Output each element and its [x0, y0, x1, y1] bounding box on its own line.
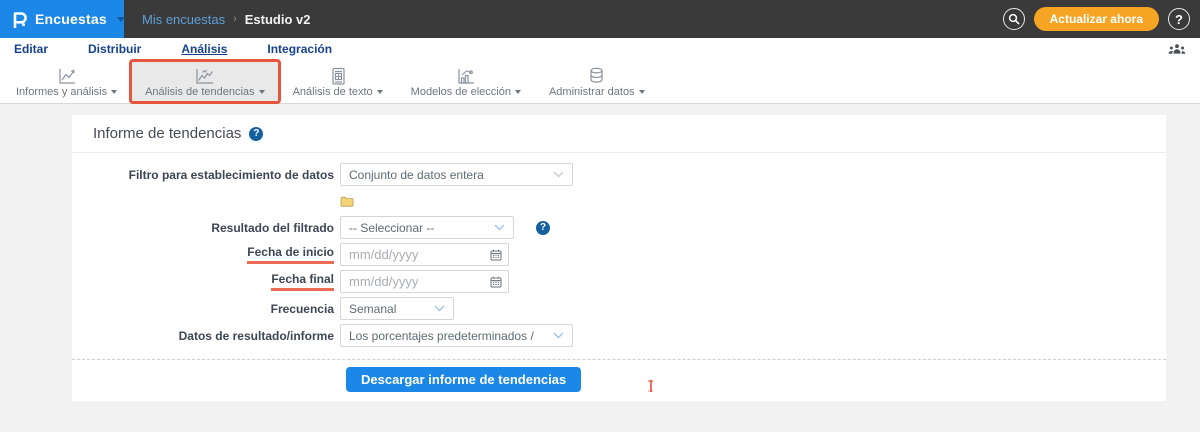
help-button[interactable]: ? [1168, 8, 1190, 30]
annotation-red-underline: Fecha final [271, 272, 334, 291]
toolbar-item-analisis-de-tendencias[interactable]: Análisis de tendencias [129, 59, 281, 104]
folder-icon[interactable] [340, 196, 354, 207]
topbar-actions: Actualizar ahora ? [1002, 0, 1200, 38]
form-row-resultado: Resultado del filtrado -- Seleccionar --… [72, 216, 1166, 239]
trend-report-form: Filtro para establecimiento de datos Con… [72, 153, 1166, 359]
page-title: Informe de tendencias [93, 125, 242, 142]
toolbar-item-label: Análisis de texto [292, 85, 373, 98]
trend-chart-icon [194, 65, 216, 86]
field-label-filtro: Filtro para establecimiento de datos [128, 167, 334, 182]
questionpro-logo-icon [12, 11, 27, 28]
text-report-icon [330, 65, 346, 86]
annotation-red-underline: Fecha de inicio [247, 245, 334, 264]
chevron-down-icon [258, 89, 265, 94]
chevron-down-icon [494, 224, 505, 231]
chevron-down-icon [434, 305, 445, 312]
title-help-icon[interactable]: ? [249, 126, 264, 141]
update-now-button[interactable]: Actualizar ahora [1033, 7, 1159, 31]
choice-model-icon [456, 65, 476, 86]
search-icon [1008, 13, 1020, 25]
toolbar-item-label: Modelos de elección [410, 85, 511, 98]
analysis-toolbar: Informes y análisis Análisis de tendenci… [0, 59, 1200, 104]
breadcrumb-current: Estudio v2 [244, 11, 311, 27]
form-row-fecha-final: Fecha final [72, 270, 1166, 293]
toolbar-item-label: Administrar datos [548, 85, 635, 98]
line-chart-icon [57, 65, 77, 86]
report-data-select[interactable]: Los porcentajes predeterminados / [340, 324, 573, 347]
tab-distribuir[interactable]: Distribuir [88, 42, 141, 56]
chevron-down-icon [638, 89, 645, 94]
form-row-fecha-inicio: Fecha de inicio [72, 243, 1166, 266]
app-menu-button[interactable]: Encuestas [0, 0, 125, 38]
field-label-resultado: Resultado del filtrado [211, 220, 334, 235]
form-row-frecuencia: Frecuencia Semanal [72, 297, 1166, 320]
select-value: Conjunto de datos entera [349, 167, 484, 182]
field-label-datos: Datos de resultado/informe [178, 328, 334, 343]
community-icon[interactable] [1168, 43, 1186, 56]
start-date-input[interactable] [340, 243, 509, 266]
toolbar-item-label: Informes y análisis [16, 85, 108, 98]
section-nav: Editar Distribuir Análisis Integración [0, 38, 1200, 60]
form-row-datos: Datos de resultado/informe Los porcentaj… [72, 324, 1166, 347]
page-content: Informe de tendencias ? Filtro para esta… [0, 104, 1200, 432]
chevron-down-icon [514, 89, 521, 94]
panel-header: Informe de tendencias ? [72, 115, 1166, 153]
database-icon [588, 65, 605, 86]
toolbar-item-analisis-de-texto[interactable]: Análisis de texto [279, 60, 397, 103]
panel-footer: Descargar informe de tendencias [72, 359, 1166, 401]
field-label-frecuencia: Frecuencia [270, 301, 334, 316]
select-value: Semanal [349, 301, 397, 316]
frequency-select[interactable]: Semanal [340, 297, 454, 320]
chevron-down-icon [553, 332, 564, 339]
form-row-filtro: Filtro para establecimiento de datos Con… [72, 163, 1166, 186]
end-date-input[interactable] [340, 270, 509, 293]
chevron-down-icon [376, 89, 383, 94]
tab-editar[interactable]: Editar [14, 42, 48, 56]
filter-result-help-icon[interactable]: ? [536, 220, 550, 235]
breadcrumb-parent-link[interactable]: Mis encuestas [142, 12, 225, 27]
field-label-fecha-inicio: Fecha de inicio [72, 245, 340, 264]
toolbar-item-modelos-de-eleccion[interactable]: Modelos de elección [397, 60, 535, 103]
form-row-folder [72, 190, 1166, 213]
topbar: Encuestas Mis encuestas › Estudio v2 Act… [0, 0, 1200, 38]
download-trend-report-button[interactable]: Descargar informe de tendencias [346, 367, 582, 392]
toolbar-item-administrar-datos[interactable]: Administrar datos [535, 60, 659, 103]
dataset-filter-select[interactable]: Conjunto de datos entera [340, 163, 573, 186]
chevron-down-icon [553, 171, 564, 178]
tab-analisis[interactable]: Análisis [181, 42, 227, 56]
tab-integracion[interactable]: Integración [267, 42, 332, 56]
filter-result-select[interactable]: -- Seleccionar -- [340, 216, 514, 239]
search-button[interactable] [1002, 8, 1025, 30]
toolbar-item-label: Análisis de tendencias [145, 85, 255, 98]
toolbar-item-informes-y-analisis[interactable]: Informes y análisis [2, 60, 131, 103]
select-value: -- Seleccionar -- [349, 220, 435, 235]
app-label: Encuestas [35, 11, 107, 27]
chevron-down-icon [111, 89, 118, 94]
select-value: Los porcentajes predeterminados / [349, 328, 534, 343]
trend-report-panel: Informe de tendencias ? Filtro para esta… [72, 115, 1166, 401]
breadcrumb-separator: › [233, 13, 237, 25]
field-label-fecha-final: Fecha final [72, 272, 340, 291]
breadcrumb: Mis encuestas › Estudio v2 [124, 0, 311, 38]
